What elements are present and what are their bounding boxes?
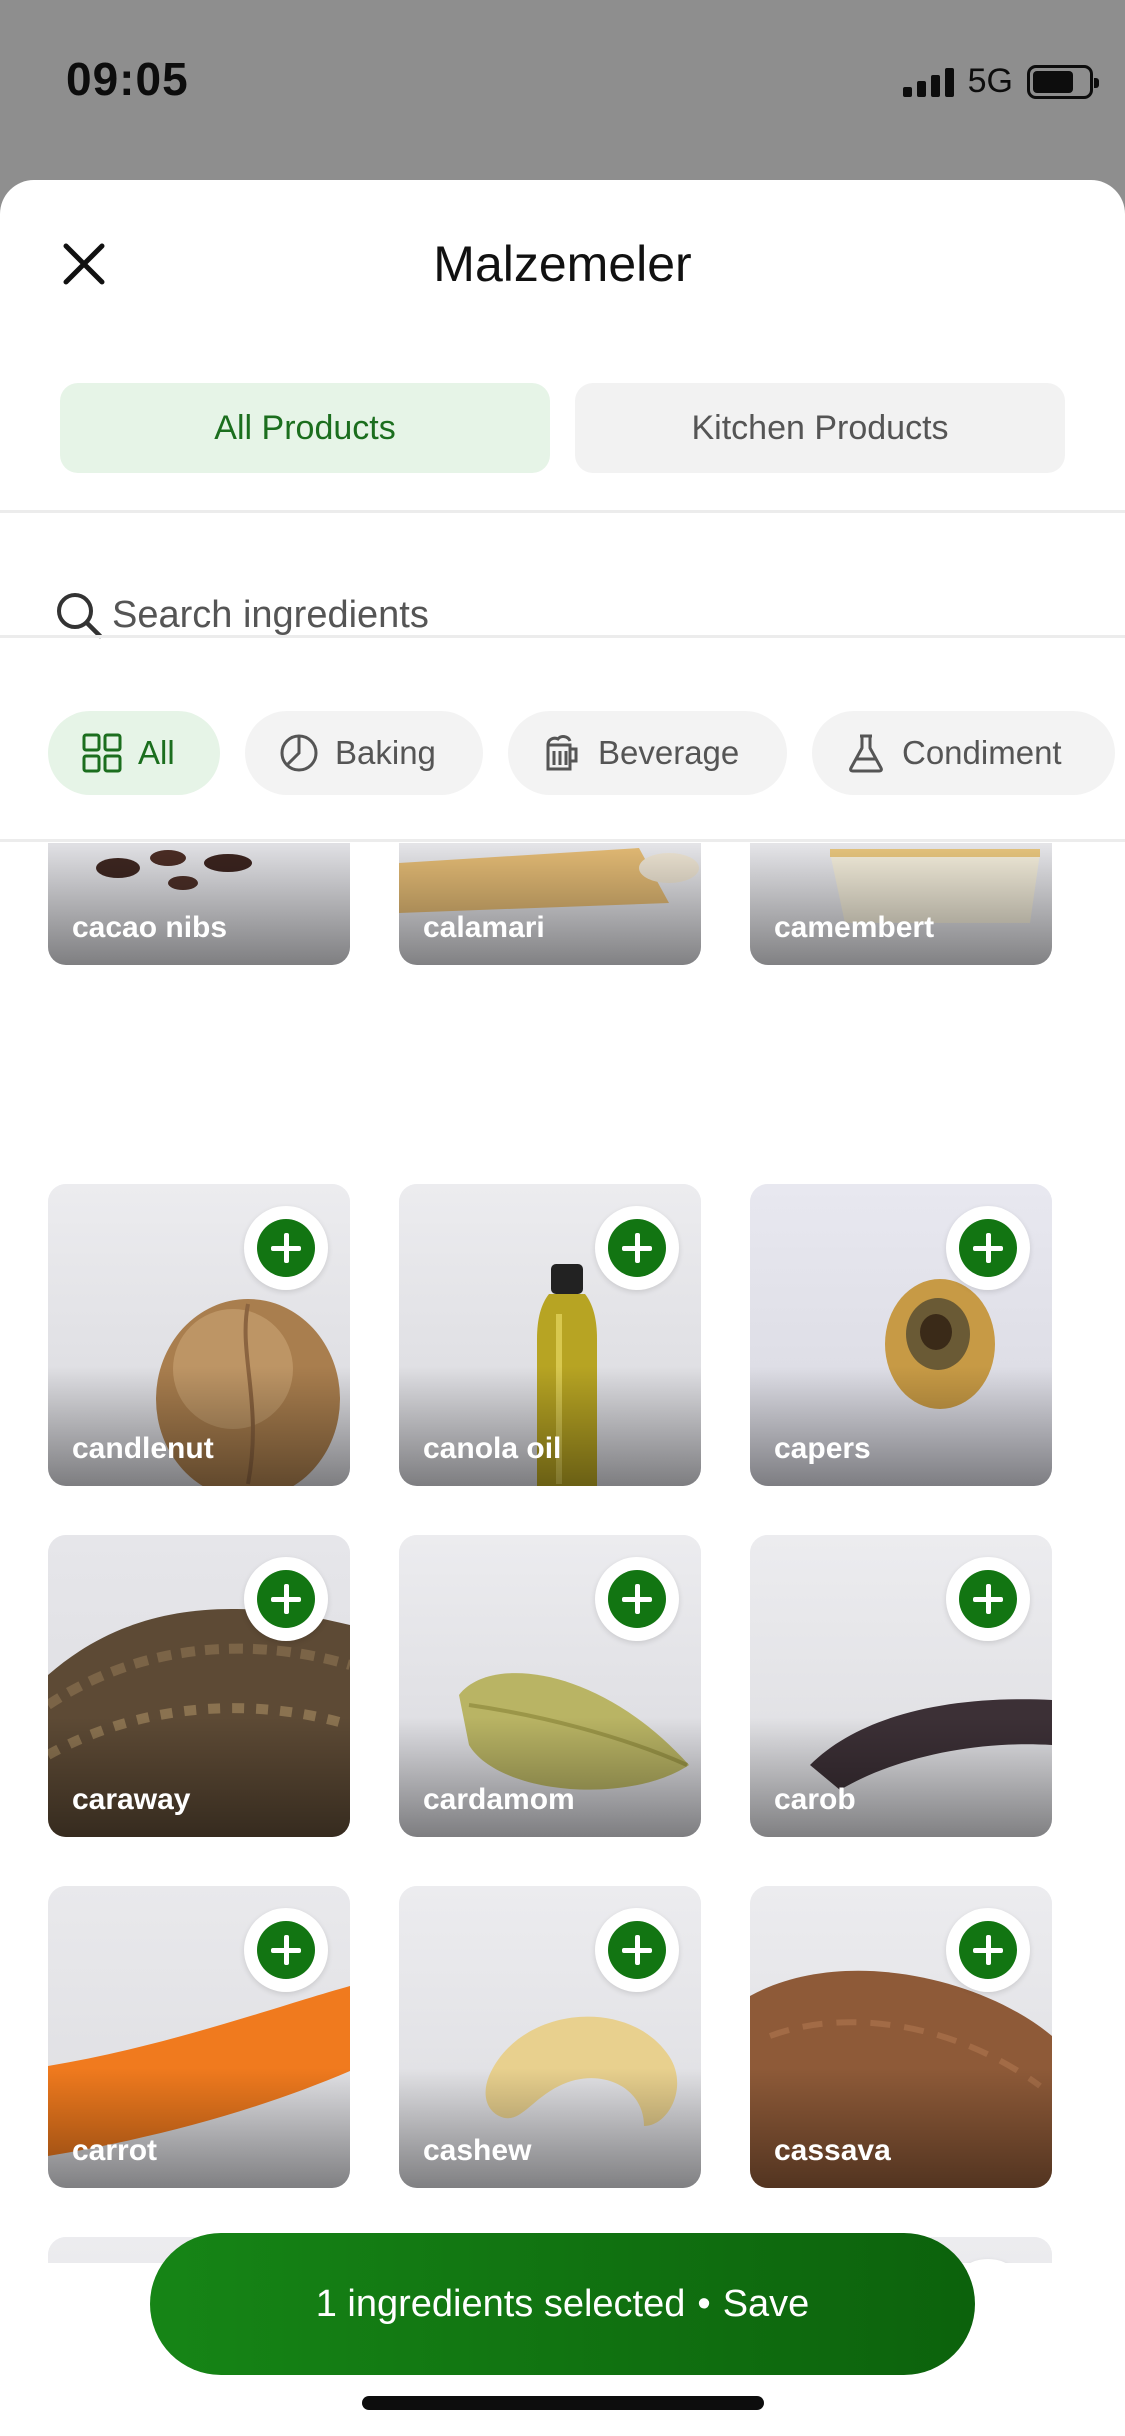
chip-beverage[interactable]: Beverage xyxy=(508,711,787,795)
tab-all-products[interactable]: All Products xyxy=(60,383,550,473)
home-indicator xyxy=(362,2396,764,2410)
search-field[interactable]: Search ingredients xyxy=(52,575,429,655)
add-button[interactable] xyxy=(244,1908,328,1992)
add-button[interactable] xyxy=(595,1206,679,1290)
ingredient-label: cardamom xyxy=(423,1783,575,1816)
divider xyxy=(0,510,1125,513)
add-button[interactable] xyxy=(595,1908,679,1992)
ingredient-label: cacao nibs xyxy=(72,911,228,944)
divider xyxy=(0,635,1125,638)
tab-kitchen-products[interactable]: Kitchen Products xyxy=(575,383,1065,473)
ingredient-card[interactable]: calamari xyxy=(399,843,701,965)
add-button[interactable] xyxy=(946,1206,1030,1290)
ingredient-card[interactable]: carrot xyxy=(48,1886,350,2188)
separator-dot: • xyxy=(697,2282,711,2325)
ingredient-label: camembert xyxy=(774,911,935,944)
plus-icon xyxy=(608,1921,666,1979)
chip-baking[interactable]: Baking xyxy=(245,711,483,795)
signal-icon xyxy=(902,67,954,97)
ingredient-label: calamari xyxy=(423,911,545,944)
ingredient-label: canola oil xyxy=(423,1432,562,1465)
save-label: Save xyxy=(722,2282,810,2325)
network-label: 5G xyxy=(967,62,1013,100)
ingredient-label: carrot xyxy=(72,2134,158,2167)
ingredient-label: cassava xyxy=(774,2134,891,2167)
ingredient-card[interactable]: camembert xyxy=(750,843,1052,965)
ingredient-card[interactable]: carob xyxy=(750,1535,1052,1837)
ingredient-grid: cacao nibs calamari camembert candlenut … xyxy=(0,843,1125,2436)
status-icons: 5G xyxy=(902,62,1099,101)
plus-icon xyxy=(959,1219,1017,1277)
chip-label: All xyxy=(138,734,175,771)
ingredient-card[interactable]: canola oil xyxy=(399,1184,701,1486)
ingredient-label: candlenut xyxy=(72,1432,214,1465)
search-icon xyxy=(57,593,103,639)
beer-mug-icon xyxy=(546,735,578,771)
ingredient-label: caraway xyxy=(72,1783,191,1816)
plus-icon xyxy=(608,1570,666,1628)
flask-icon xyxy=(849,734,883,773)
search-input[interactable]: Search ingredients xyxy=(112,594,429,637)
add-button[interactable] xyxy=(946,1908,1030,1992)
pie-icon xyxy=(280,734,318,772)
ingredient-label: capers xyxy=(774,1432,871,1465)
selected-count: 1 ingredients selected xyxy=(315,2282,686,2325)
chip-label: Condiment xyxy=(902,734,1062,771)
plus-icon xyxy=(257,1570,315,1628)
ingredient-card[interactable]: cassava xyxy=(750,1886,1052,2188)
chip-condiment[interactable]: Condiment xyxy=(812,711,1115,795)
chip-label: Baking xyxy=(335,734,436,771)
status-time: 09:05 xyxy=(66,53,189,105)
plus-icon xyxy=(959,1570,1017,1628)
grid-icon xyxy=(82,733,122,773)
ingredient-card[interactable]: caraway xyxy=(48,1535,350,1837)
status-bar: 09:05 5G xyxy=(0,0,1125,180)
ingredient-card[interactable]: capers xyxy=(750,1184,1052,1486)
divider xyxy=(0,839,1125,842)
add-button[interactable] xyxy=(244,1206,328,1290)
ingredient-label: carob xyxy=(774,1783,856,1816)
chip-label: Beverage xyxy=(598,734,740,771)
plus-icon xyxy=(959,1921,1017,1979)
chip-all[interactable]: All xyxy=(48,711,220,795)
ingredient-label: cashew xyxy=(423,2134,532,2167)
category-chips: All Baking Beverage Condiment xyxy=(0,711,1125,795)
plus-icon xyxy=(608,1219,666,1277)
ingredients-sheet: Malzemeler All Products Kitchen Products… xyxy=(0,180,1125,2436)
ingredient-card[interactable]: cashew xyxy=(399,1886,701,2188)
ingredient-card[interactable]: candlenut xyxy=(48,1184,350,1486)
add-button[interactable] xyxy=(244,1557,328,1641)
plus-icon xyxy=(257,1921,315,1979)
ingredient-card[interactable]: cardamom xyxy=(399,1535,701,1837)
sheet-title: Malzemeler xyxy=(433,236,692,292)
plus-icon xyxy=(257,1219,315,1277)
battery-icon xyxy=(1027,64,1099,99)
add-button[interactable] xyxy=(946,1557,1030,1641)
add-button[interactable] xyxy=(595,1557,679,1641)
save-button[interactable]: 1 ingredients selected • Save xyxy=(150,2233,975,2375)
ingredient-card[interactable]: cacao nibs xyxy=(48,843,350,965)
